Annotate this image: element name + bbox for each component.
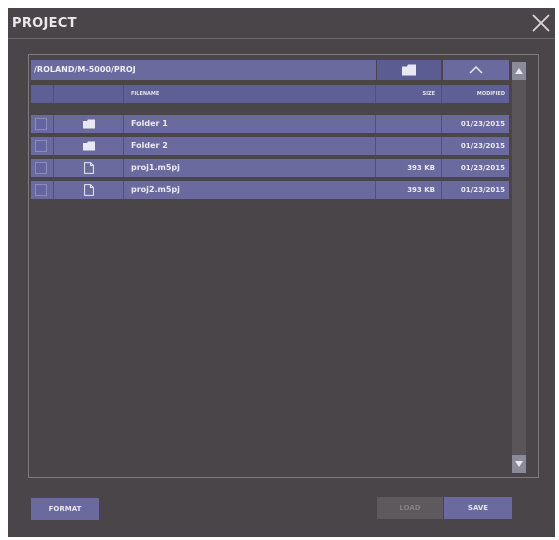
scroll-up-button[interactable]: [512, 62, 526, 80]
file-table-header: FILENAME SIZE MODIFIED: [31, 85, 509, 103]
table-row[interactable]: Folder 2 01/23/2015: [31, 137, 509, 155]
row-checkbox-cell: [31, 181, 53, 199]
header-size[interactable]: SIZE: [375, 85, 441, 103]
folder-icon: [82, 119, 95, 129]
row-filename: Folder 2: [123, 137, 375, 155]
save-button[interactable]: SAVE: [444, 497, 512, 519]
row-icon-cell: [53, 137, 123, 155]
file-browser-panel: /ROLAND/M-5000/PROJ FILENAME SIZE MODIFI…: [28, 54, 539, 478]
file-icon: [83, 184, 94, 196]
header-filename[interactable]: FILENAME: [123, 85, 375, 103]
row-icon-cell: [53, 181, 123, 199]
triangle-up-icon: [515, 68, 523, 74]
row-icon-cell: [53, 159, 123, 177]
close-icon[interactable]: [529, 13, 553, 37]
scrollbar-track[interactable]: [512, 62, 526, 473]
row-modified: 01/23/2015: [441, 137, 509, 155]
load-button[interactable]: LOAD: [377, 497, 443, 519]
header-check-column: [31, 85, 53, 103]
row-checkbox-cell: [31, 159, 53, 177]
folder-icon: [402, 64, 416, 76]
file-icon: [83, 162, 94, 174]
folder-icon: [82, 141, 95, 151]
row-icon-cell: [53, 115, 123, 133]
table-row[interactable]: proj2.m5pj 393 KB 01/23/2015: [31, 181, 509, 199]
row-filename: Folder 1: [123, 115, 375, 133]
row-checkbox[interactable]: [35, 118, 47, 130]
row-filename: proj1.m5pj: [123, 159, 375, 177]
row-checkbox[interactable]: [35, 140, 47, 152]
row-size: 393 KB: [375, 181, 441, 199]
row-size: [375, 137, 441, 155]
format-button[interactable]: FORMAT: [31, 498, 99, 520]
table-row[interactable]: proj1.m5pj 393 KB 01/23/2015: [31, 159, 509, 177]
table-row[interactable]: Folder 1 01/23/2015: [31, 115, 509, 133]
row-modified: 01/23/2015: [441, 115, 509, 133]
row-filename: proj2.m5pj: [123, 181, 375, 199]
row-checkbox[interactable]: [35, 184, 47, 196]
scroll-down-button[interactable]: [512, 455, 526, 473]
row-checkbox-cell: [31, 137, 53, 155]
row-checkbox-cell: [31, 115, 53, 133]
dialog-title: PROJECT: [12, 16, 77, 31]
title-divider: [8, 38, 555, 39]
project-dialog: PROJECT /ROLAND/M-5000/PROJ FILENAME SIZ…: [8, 8, 555, 537]
parent-folder-button[interactable]: [443, 60, 509, 80]
row-modified: 01/23/2015: [441, 159, 509, 177]
header-modified[interactable]: MODIFIED: [441, 85, 509, 103]
row-size: [375, 115, 441, 133]
triangle-down-icon: [515, 461, 523, 467]
header-icon-column: [53, 85, 123, 103]
row-modified: 01/23/2015: [441, 181, 509, 199]
current-path: /ROLAND/M-5000/PROJ: [31, 60, 376, 80]
row-size: 393 KB: [375, 159, 441, 177]
chevron-up-icon: [469, 66, 483, 74]
new-folder-button[interactable]: [377, 60, 441, 80]
row-checkbox[interactable]: [35, 162, 47, 174]
